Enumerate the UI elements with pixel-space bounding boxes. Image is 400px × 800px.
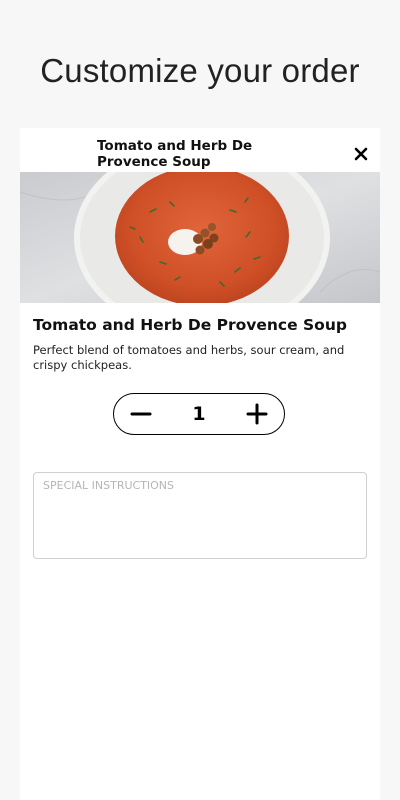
item-image	[20, 172, 380, 303]
header-title: Tomato and Herb De Provence Soup	[97, 138, 253, 170]
minus-icon	[130, 412, 152, 416]
item-name: Tomato and Herb De Provence Soup	[33, 316, 347, 334]
plus-icon	[246, 403, 268, 425]
page-title: Customize your order	[40, 52, 360, 89]
increase-quantity-button[interactable]	[242, 399, 272, 429]
quantity-stepper: 1	[113, 393, 285, 435]
item-description: Perfect blend of tomatoes and herbs, sou…	[33, 343, 345, 372]
card-header: Tomato and Herb De Provence Soup	[20, 128, 380, 172]
quantity-value: 1	[192, 403, 206, 425]
close-icon	[354, 147, 368, 161]
special-instructions-input[interactable]	[33, 472, 367, 559]
decrease-quantity-button[interactable]	[126, 399, 156, 429]
customize-card: Tomato and Herb De Provence Soup Tomato …	[20, 128, 380, 800]
close-button[interactable]	[354, 146, 368, 161]
